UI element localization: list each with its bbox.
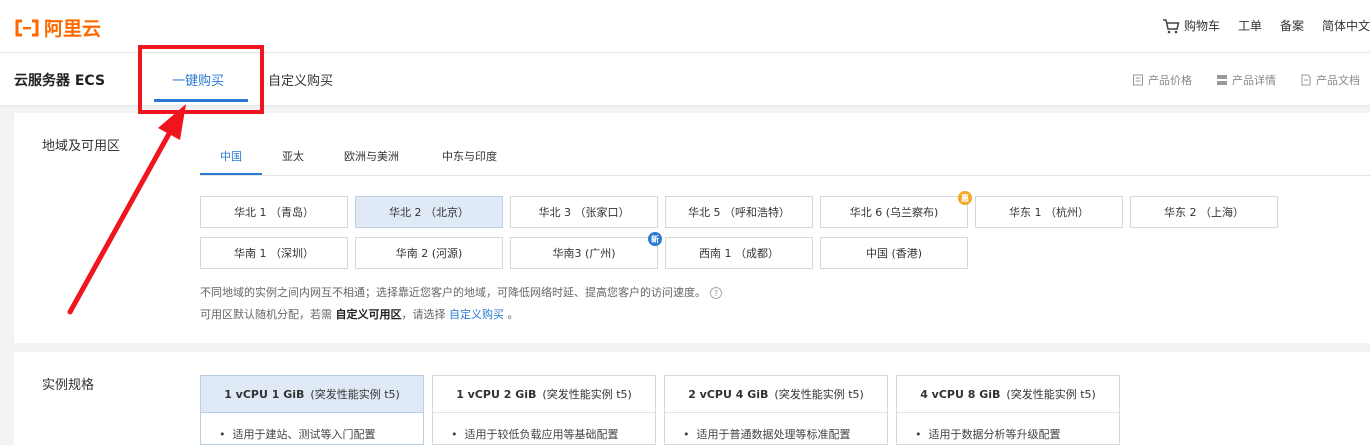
zone-chengdu[interactable]: 西南 1 （成都）	[665, 237, 813, 269]
region-note-latency-text: 不同地域的实例之间内网互不相通；选择靠近您客户的地域，可降低网络时延、提高您客户…	[200, 286, 706, 299]
spec-name: 4 vCPU 8 GiB	[920, 387, 1001, 401]
zone-wulanchabu-label: 华北 6 (乌兰察布)	[849, 206, 939, 219]
aliyun-logo[interactable]: 阿里云	[14, 14, 101, 41]
region-note-zone-end: 。	[507, 308, 519, 321]
zone-beijing[interactable]: 华北 2 （北京）	[355, 196, 503, 228]
spec-desc: • 适用于较低负载应用等基础配置	[451, 428, 619, 441]
zone-hangzhou[interactable]: 华东 1 （杭州）	[975, 196, 1123, 228]
spec-option-header: 1 vCPU 1 GiB (突发性能实例 t5)	[201, 376, 423, 413]
language-link[interactable]: 简体中文	[1322, 17, 1370, 34]
instance-spec-section: 实例规格 1 vCPU 1 GiB (突发性能实例 t5) • 适用于建站、测试…	[14, 352, 1370, 445]
annotation-highlight-box	[138, 45, 264, 114]
region-note-zone-mid: ，请选择	[401, 308, 446, 321]
logo-text: 阿里云	[44, 18, 102, 40]
spec-label: 实例规格	[42, 378, 95, 393]
spec-option-1c1g[interactable]: 1 vCPU 1 GiB (突发性能实例 t5) • 适用于建站、测试等入门配置	[200, 375, 424, 445]
zone-guangzhou[interactable]: 华南3 (广州) 新	[510, 232, 662, 269]
spec-option-4c8g[interactable]: 4 vCPU 8 GiB (突发性能实例 t5) • 适用于数据分析等升级配置	[896, 375, 1120, 445]
region-note-zone-pre: 可用区默认随机分配，若需	[200, 308, 332, 321]
price-icon	[1133, 74, 1143, 86]
product-detail-link[interactable]: 产品详情	[1216, 72, 1276, 88]
filing-link[interactable]: 备案	[1280, 17, 1304, 34]
spec-desc-text: 适用于较低负载应用等基础配置	[464, 428, 619, 441]
zone-qingdao[interactable]: 华北 1 （青岛）	[200, 196, 348, 228]
region-tab-middle-east-india[interactable]: 中东与印度	[442, 148, 497, 164]
spec-option-header: 4 vCPU 8 GiB (突发性能实例 t5)	[897, 376, 1119, 413]
region-tab-divider	[200, 175, 1370, 176]
aliyun-logo-icon	[15, 19, 39, 36]
zone-hongkong[interactable]: 中国 (香港)	[820, 237, 968, 269]
spec-type: (突发性能实例 t5)	[310, 388, 400, 401]
spec-option-2c4g[interactable]: 2 vCPU 4 GiB (突发性能实例 t5) • 适用于普通数据处理等标准配…	[664, 375, 888, 445]
product-doc-link[interactable]: 产品文档	[1300, 72, 1360, 88]
top-links: 购物车 工单 备案 简体中文	[1162, 17, 1370, 34]
product-price-link[interactable]: 产品价格	[1132, 72, 1192, 88]
spec-name: 1 vCPU 2 GiB	[456, 387, 537, 401]
spec-option-header: 1 vCPU 2 GiB (突发性能实例 t5)	[433, 376, 655, 413]
region-tab-china[interactable]: 中国	[220, 148, 242, 164]
product-doc-label: 产品文档	[1316, 74, 1360, 87]
zone-zhangjiakou[interactable]: 华北 3 （张家口）	[510, 196, 658, 228]
region-tab-asia-pacific[interactable]: 亚太	[282, 148, 304, 164]
region-note-latency: 不同地域的实例之间内网互不相通；选择靠近您客户的地域，可降低网络时延、提高您客户…	[200, 284, 722, 300]
spec-type: (突发性能实例 t5)	[774, 388, 864, 401]
product-price-label: 产品价格	[1148, 74, 1192, 87]
document-icon	[1301, 74, 1311, 86]
new-badge: 新	[648, 232, 662, 246]
spec-desc-text: 适用于普通数据处理等标准配置	[696, 428, 851, 441]
zone-huhehaote[interactable]: 华北 5 （呼和浩特）	[665, 196, 813, 228]
region-note-zone: 可用区默认随机分配，若需 自定义可用区，请选择 自定义购买 。	[200, 306, 519, 322]
product-links: 产品价格 产品详情 产品文档	[1132, 72, 1360, 88]
custom-buy-link[interactable]: 自定义购买	[449, 308, 504, 321]
detail-icon	[1217, 75, 1227, 85]
zone-guangzhou-label: 华南3 (广州)	[552, 247, 616, 260]
spec-desc: • 适用于数据分析等升级配置	[915, 428, 1061, 441]
spec-desc-text: 适用于建站、测试等入门配置	[232, 428, 376, 441]
spec-type: (突发性能实例 t5)	[1006, 388, 1096, 401]
spec-option-header: 2 vCPU 4 GiB (突发性能实例 t5)	[665, 376, 887, 413]
help-icon[interactable]: ?	[710, 287, 722, 299]
zone-heyuan[interactable]: 华南 2 (河源)	[355, 237, 503, 269]
discount-badge: 惠	[958, 191, 972, 205]
cart-label: 购物车	[1183, 19, 1220, 33]
cart-icon	[1162, 18, 1180, 33]
spec-type: (突发性能实例 t5)	[542, 388, 632, 401]
cart-link[interactable]: 购物车	[1162, 17, 1220, 34]
product-title: 云服务器 ECS	[14, 73, 106, 89]
spec-name: 2 vCPU 4 GiB	[688, 387, 769, 401]
zone-wulanchabu[interactable]: 华北 6 (乌兰察布) 惠	[820, 191, 972, 228]
tab-custom-buy[interactable]: 自定义购买	[268, 70, 333, 89]
spec-desc: • 适用于普通数据处理等标准配置	[683, 428, 851, 441]
zone-shenzhen[interactable]: 华南 1 （深圳）	[200, 237, 348, 269]
spec-name: 1 vCPU 1 GiB	[224, 387, 305, 401]
region-label: 地域及可用区	[42, 139, 121, 154]
ticket-link[interactable]: 工单	[1238, 17, 1262, 34]
product-detail-label: 产品详情	[1232, 74, 1276, 87]
spec-option-1c2g[interactable]: 1 vCPU 2 GiB (突发性能实例 t5) • 适用于较低负载应用等基础配…	[432, 375, 656, 445]
custom-zone-text: 自定义可用区	[335, 308, 402, 321]
spec-desc: • 适用于建站、测试等入门配置	[219, 428, 376, 441]
spec-desc-text: 适用于数据分析等升级配置	[928, 428, 1061, 441]
zone-shanghai[interactable]: 华东 2 （上海）	[1130, 196, 1278, 228]
region-section: 地域及可用区 中国 亚太 欧洲与美洲 中东与印度 华北 1 （青岛） 华北 2 …	[14, 113, 1370, 343]
region-tab-europe-america[interactable]: 欧洲与美洲	[344, 148, 399, 164]
